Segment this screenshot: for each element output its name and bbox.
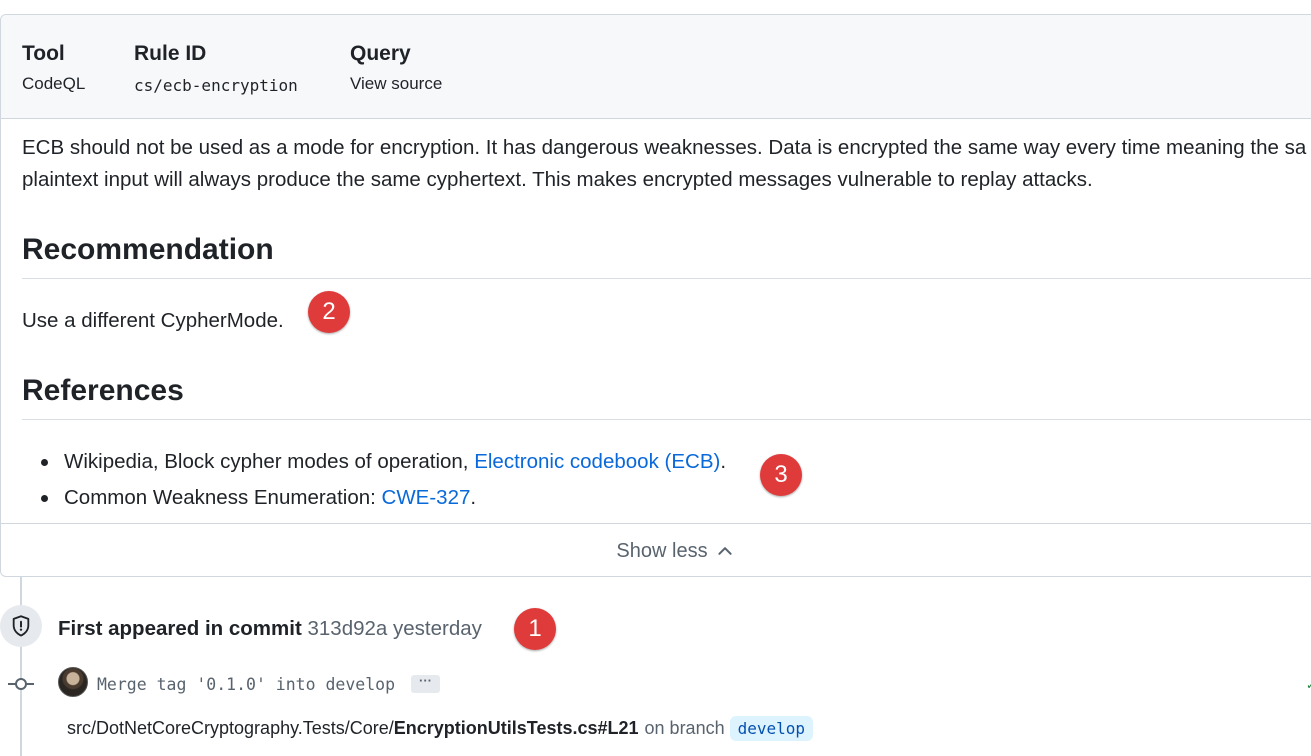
divider xyxy=(22,419,1311,420)
tool-label: Tool xyxy=(22,42,65,65)
chevron-up-icon xyxy=(717,547,732,555)
rule-id-label: Rule ID xyxy=(134,42,207,65)
shield-icon xyxy=(12,615,30,637)
timeline-line xyxy=(20,577,22,756)
recommendation-heading: Recommendation xyxy=(22,233,274,266)
annotation-badge-2: 2 xyxy=(308,291,350,333)
query-meta: Query View source xyxy=(350,42,442,94)
recommendation-text: Use a different CypherMode. xyxy=(22,309,284,332)
reference-text: Wikipedia, Block cypher modes of operati… xyxy=(64,450,475,473)
reference-suffix: . xyxy=(470,486,477,509)
show-less-bar: Show less xyxy=(1,523,1311,576)
rule-description: ECB should not be used as a mode for enc… xyxy=(22,132,1311,196)
tool-value: CodeQL xyxy=(22,74,86,93)
shield-icon-badge xyxy=(0,605,42,647)
description-line-2: plaintext input will always produce the … xyxy=(22,168,1093,191)
view-source-link[interactable]: View source xyxy=(350,74,442,94)
tool-meta: Tool CodeQL xyxy=(22,42,85,94)
reference-item: Common Weakness Enumeration: CWE-327. xyxy=(22,483,726,519)
file-location: src/DotNetCoreCryptography.Tests/Core/En… xyxy=(67,716,814,741)
commit-time: yesterday xyxy=(393,617,482,640)
bullet xyxy=(41,459,48,466)
show-less-button[interactable]: Show less xyxy=(596,540,733,563)
rule-id-value: cs/ecb-encryption xyxy=(134,76,298,95)
references-list: Wikipedia, Block cypher modes of operati… xyxy=(22,447,726,519)
description-line-1: ECB should not be used as a mode for enc… xyxy=(22,136,1307,159)
check-icon: ✓ xyxy=(1306,678,1311,692)
show-less-label: Show less xyxy=(616,539,708,562)
reference-item: Wikipedia, Block cypher modes of operati… xyxy=(22,447,726,483)
rule-meta-bar: Tool CodeQL Rule ID cs/ecb-encryption Qu… xyxy=(1,15,1311,119)
commit-node-icon xyxy=(8,678,34,690)
file-path-prefix[interactable]: src/DotNetCoreCryptography.Tests/Core/ xyxy=(67,718,394,739)
cwe-327-link[interactable]: CWE-327 xyxy=(382,486,471,509)
annotation-badge-3: 3 xyxy=(760,454,802,496)
reference-text: Common Weakness Enumeration: xyxy=(64,486,382,509)
alert-details-card: Tool CodeQL Rule ID cs/ecb-encryption Qu… xyxy=(0,14,1311,577)
commit-message[interactable]: Merge tag '0.1.0' into develop xyxy=(97,675,395,694)
rule-id-meta: Rule ID cs/ecb-encryption xyxy=(134,42,298,95)
on-branch-label: on branch xyxy=(644,718,725,738)
query-label: Query xyxy=(350,42,411,65)
first-appeared-text: First appeared in commit 313d92a yesterd… xyxy=(58,617,482,641)
avatar[interactable] xyxy=(58,667,88,697)
references-heading: References xyxy=(22,374,184,407)
bullet xyxy=(41,495,48,502)
commit-sha-link[interactable]: 313d92a xyxy=(307,617,387,640)
file-path-name[interactable]: EncryptionUtilsTests.cs#L21 xyxy=(394,718,639,739)
annotation-badge-1: 1 xyxy=(514,608,556,650)
branch-pill[interactable]: develop xyxy=(729,716,814,741)
expand-commit-message-button[interactable]: ··· xyxy=(411,674,440,693)
ecb-link[interactable]: Electronic codebook (ECB) xyxy=(474,450,720,473)
reference-suffix: . xyxy=(720,450,727,473)
first-appeared-label: First appeared in commit xyxy=(58,617,302,640)
divider xyxy=(22,278,1311,279)
